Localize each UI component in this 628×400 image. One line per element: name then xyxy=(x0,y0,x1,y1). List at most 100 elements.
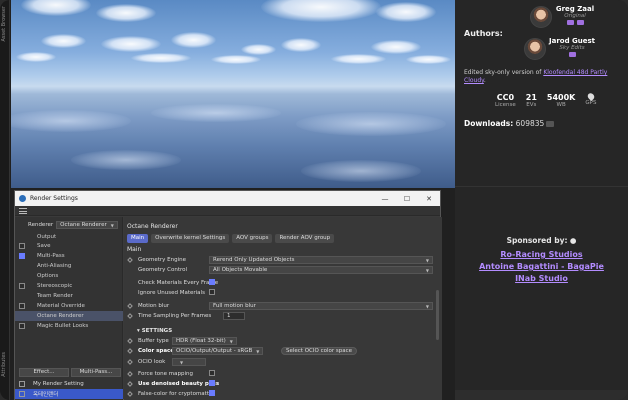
avatar[interactable] xyxy=(530,6,552,28)
multi-pass-button[interactable]: Multi-Pass... xyxy=(71,368,121,377)
maximize-button[interactable]: ☐ xyxy=(396,195,418,203)
motion-blur-row: Motion blur Full motion blur ▼ xyxy=(127,302,443,311)
tree-item-stereoscopic[interactable]: Stereoscopic xyxy=(15,281,123,291)
tab-render-aov-group[interactable]: Render AOV group xyxy=(275,234,335,243)
enable-checkbox[interactable] xyxy=(19,283,25,289)
link-icon[interactable] xyxy=(566,20,574,25)
enable-checkbox[interactable] xyxy=(19,303,25,309)
close-button[interactable]: ✕ xyxy=(418,195,440,203)
force-tone-row: Force tone mapping xyxy=(127,370,443,379)
motion-blur-dropdown[interactable]: Full motion blur ▼ xyxy=(209,302,433,310)
renderer-row: Renderer Octane Renderer ▼ xyxy=(28,221,118,229)
select-ocio-button[interactable]: Select OCIO color space xyxy=(281,347,358,355)
wb-stat: 5400K WB xyxy=(546,93,576,108)
checkbox[interactable] xyxy=(19,391,25,397)
buffer-type-dropdown[interactable]: HDR (Float 32-bit) ▼ xyxy=(172,337,237,345)
enable-checkbox[interactable] xyxy=(19,253,25,259)
color-space-row: Color space OCIO/Output/Output - sRGB ▼ S… xyxy=(127,347,443,356)
window-title: Render Settings xyxy=(30,195,78,202)
tree-item-material-override[interactable]: Material Override xyxy=(15,301,123,311)
tree-item-octane-renderer[interactable]: Octane Renderer xyxy=(15,311,123,321)
stats-row: CC0 License 21 EVs 5400K WB GPS xyxy=(495,91,596,108)
effect-button[interactable]: Effect... xyxy=(19,368,69,377)
renderer-dropdown[interactable]: Octane Renderer ▼ xyxy=(56,221,118,229)
window-toolbar xyxy=(15,206,440,216)
author-name[interactable]: Jarod Guest xyxy=(547,37,597,45)
geometry-engine-row: Geometry Engine Rerend Only Updated Obje… xyxy=(127,256,443,265)
tab-main[interactable]: Main xyxy=(127,234,149,243)
tree-item-anti-aliasing[interactable]: Anti-Aliasing xyxy=(15,261,123,271)
info-icon[interactable]: ● xyxy=(570,236,577,245)
time-sampling-field[interactable]: 1 xyxy=(223,312,245,320)
minimize-button[interactable]: — xyxy=(374,195,396,203)
sponsor-link[interactable]: Antoine Bagattini - BagaPie xyxy=(455,262,628,271)
tree-item-save[interactable]: Save xyxy=(15,241,123,251)
asset-browser-tab[interactable]: Asset Browser xyxy=(1,6,7,42)
checkbox[interactable] xyxy=(19,381,25,387)
enable-checkbox[interactable] xyxy=(19,243,25,249)
window-titlebar[interactable]: Render Settings — ☐ ✕ xyxy=(15,191,440,206)
author-name[interactable]: Greg Zaal xyxy=(553,5,597,13)
license-stat: CC0 License xyxy=(495,93,516,108)
panel-title: Octane Renderer xyxy=(127,223,178,230)
tree-item-magic-bullet-looks[interactable]: Magic Bullet Looks xyxy=(15,321,123,331)
author-greg-zaal[interactable]: Greg Zaal Original xyxy=(553,5,597,25)
render-setting-item[interactable]: My Render Setting xyxy=(15,379,123,389)
sponsor-link[interactable]: INab Studio xyxy=(455,274,628,283)
tab-overwrite-kernel-settings[interactable]: Overwrite kernel Settings xyxy=(151,234,230,243)
settings-section-header[interactable]: ▾ SETTINGS xyxy=(137,328,172,334)
check-materials-checkbox[interactable] xyxy=(209,279,215,285)
downloads-count: Downloads: 609835 xyxy=(464,119,555,128)
scrollbar[interactable] xyxy=(436,290,439,340)
color-space-dropdown[interactable]: OCIO/Output/Output - sRGB ▼ xyxy=(172,347,264,355)
geometry-control-row: Geometry Control All Objects Movable ▼ xyxy=(127,266,443,275)
hdri-sky-preview[interactable] xyxy=(11,0,455,188)
evs-stat: 21 EVs xyxy=(525,93,537,108)
tab-bar: Main Overwrite kernel Settings AOV group… xyxy=(127,234,335,243)
tree-item-team-render[interactable]: Team Render xyxy=(15,291,123,301)
avatar[interactable] xyxy=(524,38,546,60)
keyframe-icon[interactable] xyxy=(127,391,133,397)
cinema4d-app-icon xyxy=(19,195,26,202)
use-denoised-row: Use denoised beauty pass xyxy=(127,380,443,389)
authors-label: Authors: xyxy=(464,29,503,38)
keyframe-icon[interactable] xyxy=(127,257,133,263)
attributes-tab[interactable]: Attributes xyxy=(1,352,7,377)
email-icon[interactable] xyxy=(576,20,584,25)
geometry-engine-dropdown[interactable]: Rerend Only Updated Objects ▼ xyxy=(209,256,433,264)
gps-stat[interactable]: GPS xyxy=(585,91,596,108)
keyframe-icon[interactable] xyxy=(127,371,133,377)
bottom-bar xyxy=(455,390,628,400)
geometry-control-dropdown[interactable]: All Objects Movable ▼ xyxy=(209,266,433,274)
keyframe-icon[interactable] xyxy=(127,313,133,319)
ocio-look-dropdown[interactable]: ▼ xyxy=(172,358,206,366)
author-role: Original xyxy=(564,13,586,19)
keyframe-icon[interactable] xyxy=(127,381,133,387)
use-denoised-checkbox[interactable] xyxy=(209,380,215,386)
ignore-unused-row: Ignore Unused Materials xyxy=(127,289,443,298)
tab-aov-groups[interactable]: AOV groups xyxy=(232,234,273,243)
enable-checkbox[interactable] xyxy=(19,323,25,329)
buffer-type-row: Buffer type HDR (Float 32-bit) ▼ xyxy=(127,337,443,346)
keyframe-icon[interactable] xyxy=(127,338,133,344)
keyframe-icon[interactable] xyxy=(127,303,133,309)
tree-item-multi-pass[interactable]: Multi-Pass xyxy=(15,251,123,261)
email-icon[interactable] xyxy=(568,52,576,57)
author-jarod-guest[interactable]: Jarod Guest Sky Edits xyxy=(547,37,597,57)
keyframe-icon[interactable] xyxy=(127,359,133,365)
tree-item-options[interactable]: Options xyxy=(15,271,123,281)
keyframe-icon[interactable] xyxy=(127,348,133,354)
menu-icon[interactable] xyxy=(19,208,27,214)
sponsor-link[interactable]: Ro-Racing Studios xyxy=(455,250,628,259)
ocio-look-row: OCIO look ▼ xyxy=(127,358,443,367)
false-color-row: False-color for cryptomatte xyxy=(127,390,443,399)
divider xyxy=(455,186,628,187)
graph-icon[interactable] xyxy=(546,121,555,127)
render-settings-window: Render Settings — ☐ ✕ Renderer Octane Re… xyxy=(14,190,443,400)
hdri-info-panel: Authors: Greg Zaal Original Jarod Guest … xyxy=(455,0,628,400)
force-tone-checkbox[interactable] xyxy=(209,370,215,376)
render-setting-item-selected[interactable]: 옥테인랜더 xyxy=(15,389,123,399)
false-color-checkbox[interactable] xyxy=(209,390,215,396)
description: Edited sky-only version of Kloofendal 48… xyxy=(464,69,608,84)
ignore-unused-checkbox[interactable] xyxy=(209,289,215,295)
